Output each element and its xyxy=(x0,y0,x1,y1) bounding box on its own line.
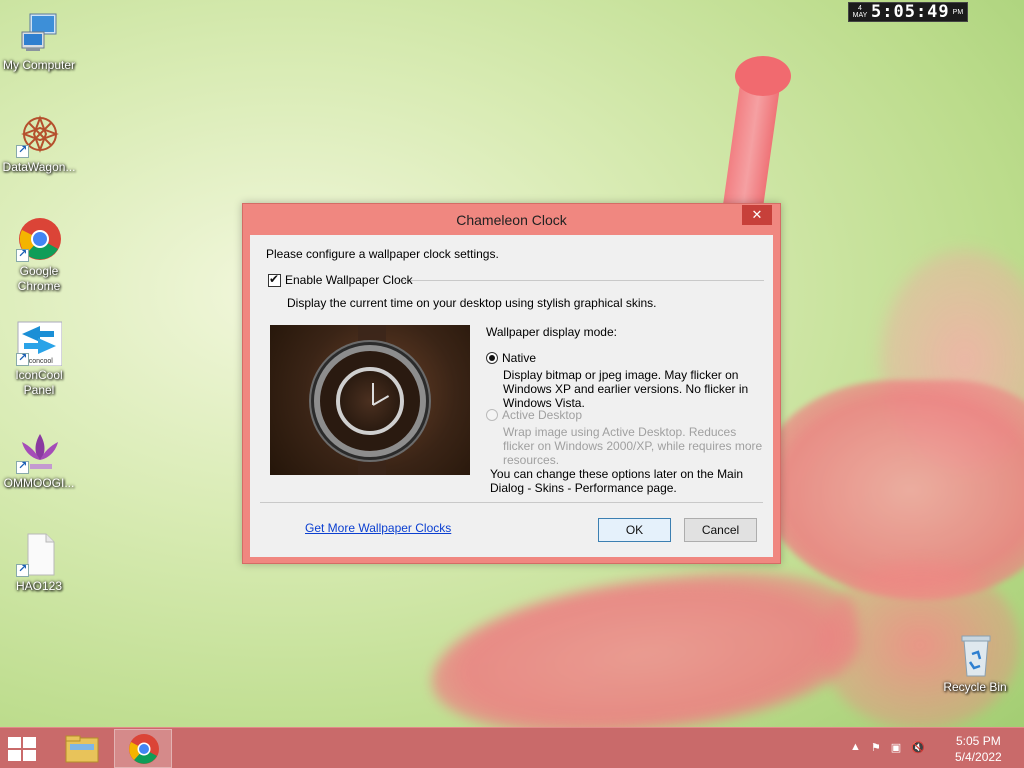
iconcool-icon: iconcool xyxy=(16,320,63,367)
native-description: Display bitmap or jpeg image. May flicke… xyxy=(503,368,749,410)
dialog-title-bar[interactable]: Chameleon Clock ✕ xyxy=(243,204,780,234)
enable-description: Display the current time on your desktop… xyxy=(287,296,657,310)
recycle-bin-icon xyxy=(952,632,998,678)
desktop-icon-datawagon[interactable]: DataWagon... xyxy=(0,112,78,175)
taskbar: ▲ ⚑ ▣ 🔇 5:05 PM 5/4/2022 xyxy=(0,727,1024,768)
chevron-up-icon[interactable]: ▲ xyxy=(850,741,861,754)
desktop-icon-label: Google Chrome xyxy=(17,264,61,293)
windows-logo-icon xyxy=(8,750,21,761)
desktop-icon-label: HAO123 xyxy=(15,579,63,593)
intro-text: Please configure a wallpaper clock setti… xyxy=(266,247,499,261)
windows-logo-icon xyxy=(23,750,36,761)
desktop-icon-iconcool-panel[interactable]: iconcool IconCool Panel xyxy=(0,320,78,398)
preview-dial-inner xyxy=(336,367,404,435)
computer-icon xyxy=(16,10,62,56)
close-button[interactable]: ✕ xyxy=(742,205,772,225)
taskbar-file-explorer[interactable] xyxy=(60,732,104,766)
chrome-icon xyxy=(16,216,62,262)
chrome-icon xyxy=(129,734,159,764)
desktop-icon-label: IconCool Panel xyxy=(15,368,63,397)
iconcool-badge-text: iconcool xyxy=(27,358,53,365)
taskbar-clock[interactable]: 5:05 PM 5/4/2022 xyxy=(955,733,1002,765)
shortcut-arrow-icon xyxy=(16,459,29,474)
display-mode-label: Wallpaper display mode: xyxy=(486,325,617,339)
radio-native-label: Native xyxy=(502,351,537,365)
desktop-icon-ommoogi[interactable]: OMMOOGI... xyxy=(0,428,78,491)
datawagon-icon xyxy=(16,112,62,158)
file-icon xyxy=(16,531,62,577)
lotus-icon xyxy=(16,428,62,474)
preview-hand xyxy=(372,395,390,406)
shortcut-arrow-icon xyxy=(16,143,29,158)
chameleon-clock-dialog: Chameleon Clock ✕ Please configure a wal… xyxy=(242,203,781,564)
windows-logo-icon xyxy=(23,737,36,748)
start-button[interactable] xyxy=(8,737,38,761)
system-tray: ▲ ⚑ ▣ 🔇 xyxy=(850,741,925,754)
shortcut-arrow-icon xyxy=(16,351,29,366)
desktop-icon-google-chrome[interactable]: Google Chrome xyxy=(0,216,78,294)
volume-muted-icon[interactable]: 🔇 xyxy=(911,741,925,754)
clock-widget-date: 4 MAY xyxy=(849,5,871,19)
preview-dial-outer xyxy=(314,345,426,457)
desktop-icon-label: OMMOOGI... xyxy=(3,476,75,490)
dialog-client-area: Please configure a wallpaper clock setti… xyxy=(250,235,773,557)
desktop-icon-my-computer[interactable]: My Computer xyxy=(0,10,78,73)
get-more-clocks-link[interactable]: Get More Wallpaper Clocks xyxy=(305,521,451,535)
ok-button[interactable]: OK xyxy=(598,518,671,542)
active-desktop-description: Wrap image using Active Desktop. Reduces… xyxy=(503,425,763,467)
shortcut-arrow-icon xyxy=(16,562,29,577)
desktop-icon-hao123[interactable]: HAO123 xyxy=(0,531,78,594)
desktop-icon-recycle-bin[interactable]: Recycle Bin xyxy=(936,632,1014,695)
desktop-clock-widget[interactable]: 4 MAY 5:05:49 PM xyxy=(848,2,968,22)
clock-widget-ampm: PM xyxy=(952,8,964,16)
footer-divider xyxy=(260,502,763,503)
windows-logo-icon xyxy=(8,737,21,748)
radio-active-desktop-label: Active Desktop xyxy=(502,408,583,422)
desktop-icon-label: My Computer xyxy=(2,58,76,72)
desktop-icon-label: DataWagon... xyxy=(2,160,76,174)
taskbar-google-chrome[interactable] xyxy=(114,729,172,768)
clock-skin-preview xyxy=(270,325,470,475)
enable-wallpaper-clock-checkbox[interactable]: Enable Wallpaper Clock xyxy=(268,272,413,287)
close-icon: ✕ xyxy=(751,207,763,222)
enable-wallpaper-clock-label: Enable Wallpaper Clock xyxy=(285,273,413,287)
checkbox-checked-icon[interactable] xyxy=(268,272,281,287)
radio-disabled-icon[interactable] xyxy=(486,409,498,421)
clock-widget-time: 5:05:49 xyxy=(871,2,950,22)
shortcut-arrow-icon xyxy=(16,247,29,262)
taskbar-date: 5/4/2022 xyxy=(955,750,1002,764)
cancel-button[interactable]: Cancel xyxy=(684,518,757,542)
clock-widget-month: MAY xyxy=(852,12,868,19)
group-divider xyxy=(400,280,764,281)
preview-hand xyxy=(372,383,374,405)
folder-icon xyxy=(65,735,99,763)
dialog-title: Chameleon Clock xyxy=(456,212,567,228)
taskbar-time: 5:05 PM xyxy=(956,734,1001,748)
wallpaper-stem-tip xyxy=(735,56,791,96)
radio-selected-icon[interactable] xyxy=(486,352,498,364)
action-center-flag-icon[interactable]: ⚑ xyxy=(871,741,881,754)
network-icon[interactable]: ▣ xyxy=(891,741,901,754)
wallpaper-petal xyxy=(423,557,867,753)
desktop-icon-label: Recycle Bin xyxy=(943,680,1007,694)
options-note: You can change these options later on th… xyxy=(490,467,744,495)
clock-widget-day: 4 xyxy=(858,5,862,12)
